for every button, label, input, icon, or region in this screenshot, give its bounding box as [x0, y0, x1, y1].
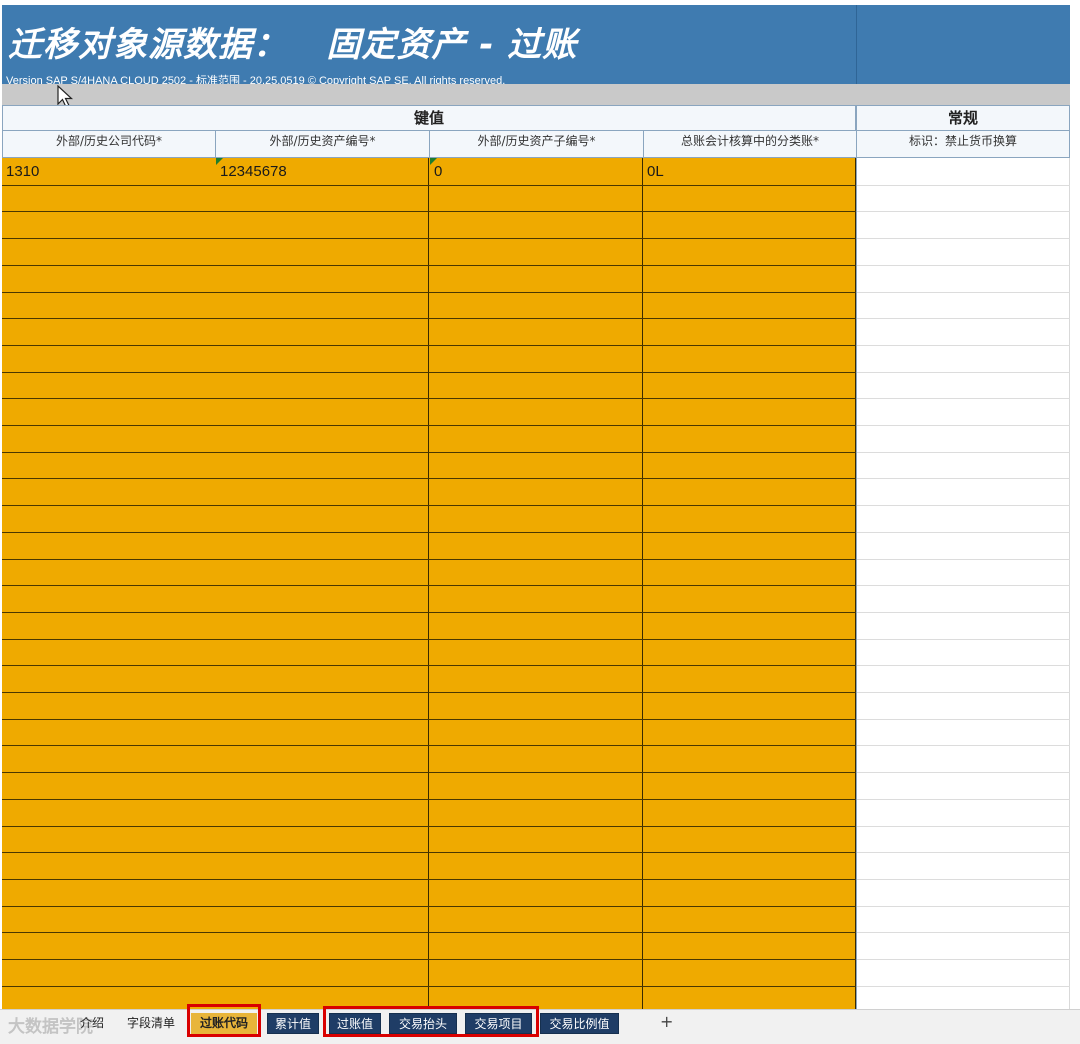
row-divider — [857, 665, 1070, 666]
column-ledger[interactable] — [643, 158, 856, 1009]
row-divider — [857, 799, 1070, 800]
row-divider — [2, 478, 856, 479]
row-divider — [857, 932, 1070, 933]
row-divider — [857, 559, 1070, 560]
cell-asset-subnumber[interactable]: 0 — [434, 163, 442, 180]
row-divider — [2, 185, 856, 186]
tab-accumulated-values[interactable]: 累计值 — [267, 1013, 319, 1034]
row-divider — [857, 452, 1070, 453]
row-divider — [2, 719, 856, 720]
row-divider — [2, 211, 856, 212]
row-divider — [857, 772, 1070, 773]
spreadsheet: 迁移对象源数据： 固定资产 - 过账 Version SAP S/4HANA C… — [0, 0, 1080, 1044]
row-divider — [857, 639, 1070, 640]
row-divider — [2, 505, 856, 506]
row-divider — [857, 959, 1070, 960]
row-divider — [2, 398, 856, 399]
row-divider — [2, 612, 856, 613]
row-divider — [2, 425, 856, 426]
row-divider — [2, 265, 856, 266]
row-divider — [857, 211, 1070, 212]
row-divider — [2, 318, 856, 319]
tab-transaction-ratio[interactable]: 交易比例值 — [540, 1013, 619, 1034]
row-divider — [857, 906, 1070, 907]
row-divider — [857, 505, 1070, 506]
column-header-no-currency-conversion[interactable]: 标识：禁止货币换算 — [856, 131, 1070, 158]
column-header-company-code[interactable]: 外部/历史公司代码* — [2, 131, 216, 158]
row-divider — [2, 879, 856, 880]
row-divider — [857, 425, 1070, 426]
tab-field-list[interactable]: 字段清单 — [122, 1013, 180, 1034]
column-asset-subnumber[interactable] — [429, 158, 643, 1009]
row-divider — [857, 185, 1070, 186]
spacer-row — [2, 84, 1070, 105]
row-divider — [2, 799, 856, 800]
row-divider — [857, 532, 1070, 533]
row-divider — [2, 559, 856, 560]
row-divider — [2, 986, 856, 987]
row-divider — [2, 345, 856, 346]
row-divider — [857, 826, 1070, 827]
highlight-box-transaction-tabs — [323, 1006, 539, 1037]
row-divider — [2, 932, 856, 933]
data-grid[interactable]: 1310 12345678 0 0L — [2, 158, 856, 1009]
row-divider — [2, 639, 856, 640]
row-divider — [857, 238, 1070, 239]
row-divider — [857, 852, 1070, 853]
row-divider — [2, 452, 856, 453]
row-divider — [857, 292, 1070, 293]
row-divider — [857, 585, 1070, 586]
row-divider — [857, 372, 1070, 373]
row-divider — [2, 292, 856, 293]
cell-asset-number[interactable]: 12345678 — [220, 163, 287, 180]
row-divider — [2, 692, 856, 693]
row-divider — [857, 986, 1070, 987]
row-divider — [857, 478, 1070, 479]
row-divider — [857, 265, 1070, 266]
cell-ledger[interactable]: 0L — [647, 163, 664, 180]
page-title: 迁移对象源数据： 固定资产 - 过账 — [8, 25, 578, 65]
column-header-asset-number[interactable]: 外部/历史资产编号* — [215, 131, 430, 158]
row-divider — [2, 826, 856, 827]
row-divider — [2, 665, 856, 666]
add-sheet-button[interactable]: + — [660, 1012, 673, 1031]
title-banner-right — [856, 5, 1070, 84]
row-divider — [2, 585, 856, 586]
column-no-currency-conversion[interactable] — [856, 158, 1070, 1009]
tab-intro[interactable]: 介绍 — [74, 1013, 110, 1034]
highlight-box-posting-code — [187, 1004, 261, 1037]
column-header-asset-subnumber[interactable]: 外部/历史资产子编号* — [429, 131, 644, 158]
row-divider — [857, 398, 1070, 399]
row-divider — [857, 692, 1070, 693]
column-header-ledger[interactable]: 总账会计核算中的分类账* — [643, 131, 857, 158]
row-divider — [2, 959, 856, 960]
group-header-general: 常规 — [856, 105, 1070, 131]
row-divider — [2, 372, 856, 373]
row-divider — [2, 906, 856, 907]
row-divider — [2, 238, 856, 239]
row-divider — [2, 772, 856, 773]
row-divider — [2, 852, 856, 853]
column-asset-number[interactable] — [215, 158, 429, 1009]
row-divider — [857, 345, 1070, 346]
cell-company-code[interactable]: 1310 — [6, 163, 39, 180]
column-company-code[interactable] — [2, 158, 216, 1009]
row-divider — [2, 745, 856, 746]
title-banner: 迁移对象源数据： 固定资产 - 过账 Version SAP S/4HANA C… — [2, 5, 856, 87]
group-header-key: 键值 — [2, 105, 856, 131]
row-divider — [857, 318, 1070, 319]
row-divider — [857, 719, 1070, 720]
row-divider — [857, 745, 1070, 746]
row-divider — [857, 879, 1070, 880]
row-divider — [2, 532, 856, 533]
row-divider — [857, 612, 1070, 613]
